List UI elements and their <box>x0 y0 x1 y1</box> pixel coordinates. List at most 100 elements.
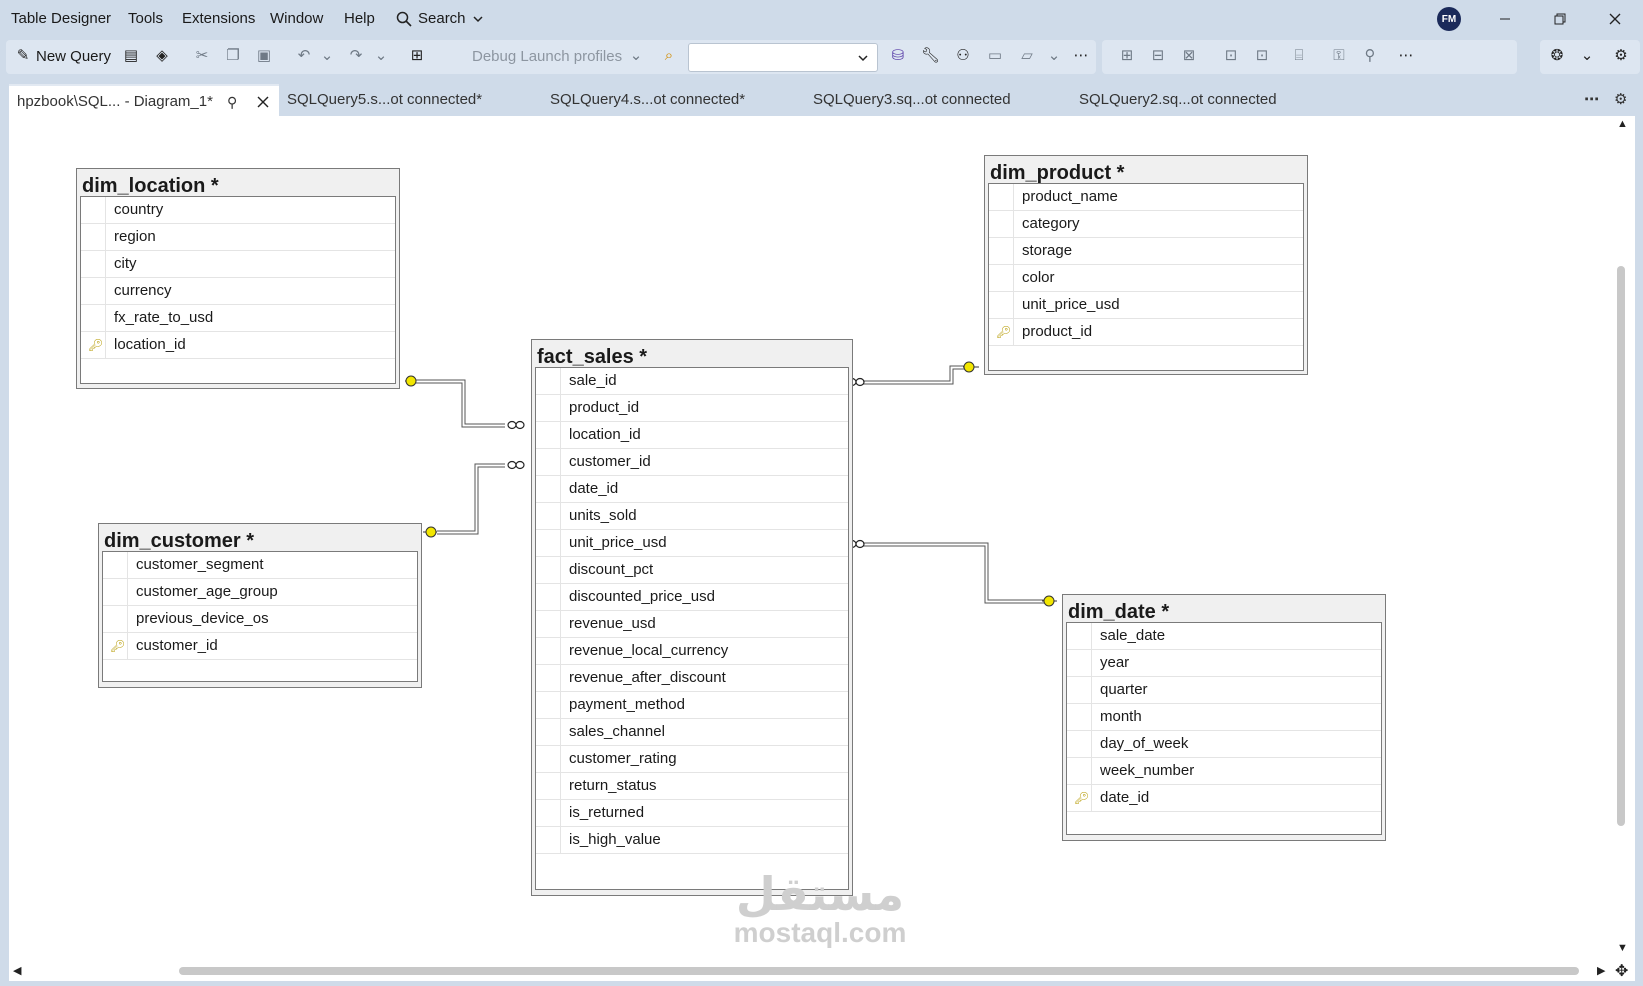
column-row[interactable]: product_id <box>536 395 848 422</box>
column-row[interactable]: is_returned <box>536 800 848 827</box>
close-window-button[interactable] <box>1600 6 1630 32</box>
column-row[interactable]: previous_device_os <box>103 606 417 633</box>
column-row[interactable]: category <box>989 211 1303 238</box>
column-row[interactable]: 🔑︎ product_id <box>989 319 1303 346</box>
more-options-icon[interactable]: ⋯ <box>1397 47 1415 65</box>
column-row[interactable]: 🔑︎ date_id <box>1067 785 1381 812</box>
column-row[interactable]: color <box>989 265 1303 292</box>
diagram-canvas[interactable]: dim_location * country region city curre… <box>9 116 1608 961</box>
horizontal-scrollbar[interactable]: ◀ ▶ ✥ <box>9 961 1635 981</box>
scroll-right-icon[interactable]: ▶ <box>1597 964 1605 977</box>
activity-monitor-icon[interactable]: ⊞ <box>408 47 426 65</box>
undo-dropdown-icon[interactable]: ⌄ <box>318 47 336 65</box>
tab-sqlquery2[interactable]: SQLQuery2.sq...ot connected <box>1079 84 1277 116</box>
column-row[interactable]: is_high_value <box>536 827 848 854</box>
minimize-button[interactable] <box>1490 6 1520 32</box>
column-row[interactable]: currency <box>81 278 395 305</box>
column-row[interactable]: city <box>81 251 395 278</box>
tab-diagram[interactable]: hpzbook\SQL... - Diagram_1* ⚲ <box>9 84 279 116</box>
column-row[interactable]: units_sold <box>536 503 848 530</box>
column-row[interactable]: quarter <box>1067 677 1381 704</box>
column-row[interactable]: customer_id <box>536 449 848 476</box>
column-row[interactable]: unit_price_usd <box>989 292 1303 319</box>
new-query-button[interactable]: New Query <box>36 48 111 65</box>
column-row[interactable]: location_id <box>536 422 848 449</box>
folder-icon[interactable]: ▱ <box>1018 47 1036 65</box>
column-row[interactable]: year <box>1067 650 1381 677</box>
analysis-query-icon[interactable]: ◈ <box>153 47 171 65</box>
column-row[interactable]: return_status <box>536 773 848 800</box>
table-dim-customer[interactable]: dim_customer * customer_segment customer… <box>98 523 422 688</box>
column-row[interactable]: revenue_usd <box>536 611 848 638</box>
column-row[interactable]: fx_rate_to_usd <box>81 305 395 332</box>
template-explorer-icon[interactable]: ▭ <box>986 47 1004 65</box>
table-dim-location[interactable]: dim_location * country region city curre… <box>76 168 400 389</box>
database-query-icon[interactable]: ▤ <box>122 47 140 65</box>
horizontal-scroll-thumb[interactable] <box>179 967 1579 975</box>
column-row[interactable]: revenue_local_currency <box>536 638 848 665</box>
tab-overflow-icon[interactable]: ⋯ <box>1584 84 1599 116</box>
pin-icon[interactable]: ⚲ <box>227 86 237 118</box>
column-row[interactable]: week_number <box>1067 758 1381 785</box>
avatar[interactable]: FM <box>1437 7 1461 31</box>
object-explorer-icon[interactable]: ⛁ <box>889 47 907 65</box>
column-row[interactable]: sale_id <box>536 368 848 395</box>
find-in-files-icon[interactable]: ⌕ <box>660 47 678 65</box>
column-row[interactable]: customer_age_group <box>103 579 417 606</box>
undo-icon[interactable]: ↶ <box>295 47 313 65</box>
properties-wrench-icon[interactable]: 🔧︎ <box>921 47 940 65</box>
column-row[interactable]: payment_method <box>536 692 848 719</box>
diagram-key-icon[interactable]: ⚿ <box>1330 47 1348 65</box>
column-row[interactable]: month <box>1067 704 1381 731</box>
menu-window[interactable]: Window <box>270 10 323 27</box>
redo-icon[interactable]: ↷ <box>347 47 365 65</box>
tab-sqlquery4[interactable]: SQLQuery4.s...ot connected* <box>550 84 745 116</box>
column-row[interactable]: 🔑︎ customer_id <box>103 633 417 660</box>
redo-dropdown-icon[interactable]: ⌄ <box>372 47 390 65</box>
diagram-delete-icon[interactable]: ⊡ <box>1222 47 1240 65</box>
column-row[interactable]: date_id <box>536 476 848 503</box>
paste-icon[interactable]: ▣ <box>255 47 273 65</box>
column-row[interactable]: sale_date <box>1067 623 1381 650</box>
tab-sqlquery5[interactable]: SQLQuery5.s...ot connected* <box>287 84 482 116</box>
column-row[interactable]: customer_segment <box>103 552 417 579</box>
diagram-add-related-icon[interactable]: ⊟ <box>1149 47 1167 65</box>
pan-move-icon[interactable]: ✥ <box>1615 961 1628 981</box>
copilot-icon[interactable]: ❂ <box>1548 47 1566 65</box>
column-row[interactable]: revenue_after_discount <box>536 665 848 692</box>
menu-help[interactable]: Help <box>344 10 375 27</box>
diagram-add-table-icon[interactable]: ⊞ <box>1118 47 1136 65</box>
feedback-icon[interactable]: ⚙ <box>1612 47 1630 65</box>
scroll-left-icon[interactable]: ◀ <box>13 964 21 977</box>
column-row[interactable]: storage <box>989 238 1303 265</box>
column-row[interactable]: sales_channel <box>536 719 848 746</box>
table-dim-product[interactable]: dim_product * product_name category stor… <box>984 155 1308 375</box>
diagram-layout-icon[interactable]: ⌸ <box>1290 47 1308 65</box>
column-row[interactable]: country <box>81 197 395 224</box>
scroll-up-icon[interactable]: ▲ <box>1617 118 1628 130</box>
debug-dropdown-icon[interactable]: ⌄ <box>627 47 645 65</box>
cut-icon[interactable]: ✂ <box>193 47 211 65</box>
column-row[interactable]: customer_rating <box>536 746 848 773</box>
search-menu[interactable]: Search <box>396 10 484 27</box>
copilot-dropdown-icon[interactable]: ⌄ <box>1578 47 1596 65</box>
more-options-icon[interactable]: ⋯ <box>1072 47 1090 65</box>
close-icon[interactable] <box>257 96 269 108</box>
diagram-relationship-icon[interactable]: ⊠ <box>1180 47 1198 65</box>
column-row[interactable]: 🔑︎ location_id <box>81 332 395 359</box>
diagram-index-icon[interactable]: ⚲ <box>1361 47 1379 65</box>
menu-table-designer[interactable]: Table Designer <box>11 10 111 27</box>
copy-icon[interactable]: ❐ <box>224 47 242 65</box>
toolbar-dropdown-icon[interactable]: ⌄ <box>1045 47 1063 65</box>
scroll-down-icon[interactable]: ▼ <box>1617 942 1628 954</box>
tab-sqlquery3[interactable]: SQLQuery3.sq...ot connected <box>813 84 1011 116</box>
find-combo[interactable] <box>688 43 878 72</box>
column-row[interactable]: unit_price_usd <box>536 530 848 557</box>
vertical-scrollbar[interactable]: ▲ ▼ <box>1608 116 1635 961</box>
diagram-remove-icon[interactable]: ⊡ <box>1253 47 1271 65</box>
menu-tools[interactable]: Tools <box>128 10 163 27</box>
column-row[interactable]: product_name <box>989 184 1303 211</box>
restore-button[interactable] <box>1545 6 1575 32</box>
vertical-scroll-thumb[interactable] <box>1617 266 1625 826</box>
table-fact-sales[interactable]: fact_sales * sale_id product_id location… <box>531 339 853 896</box>
